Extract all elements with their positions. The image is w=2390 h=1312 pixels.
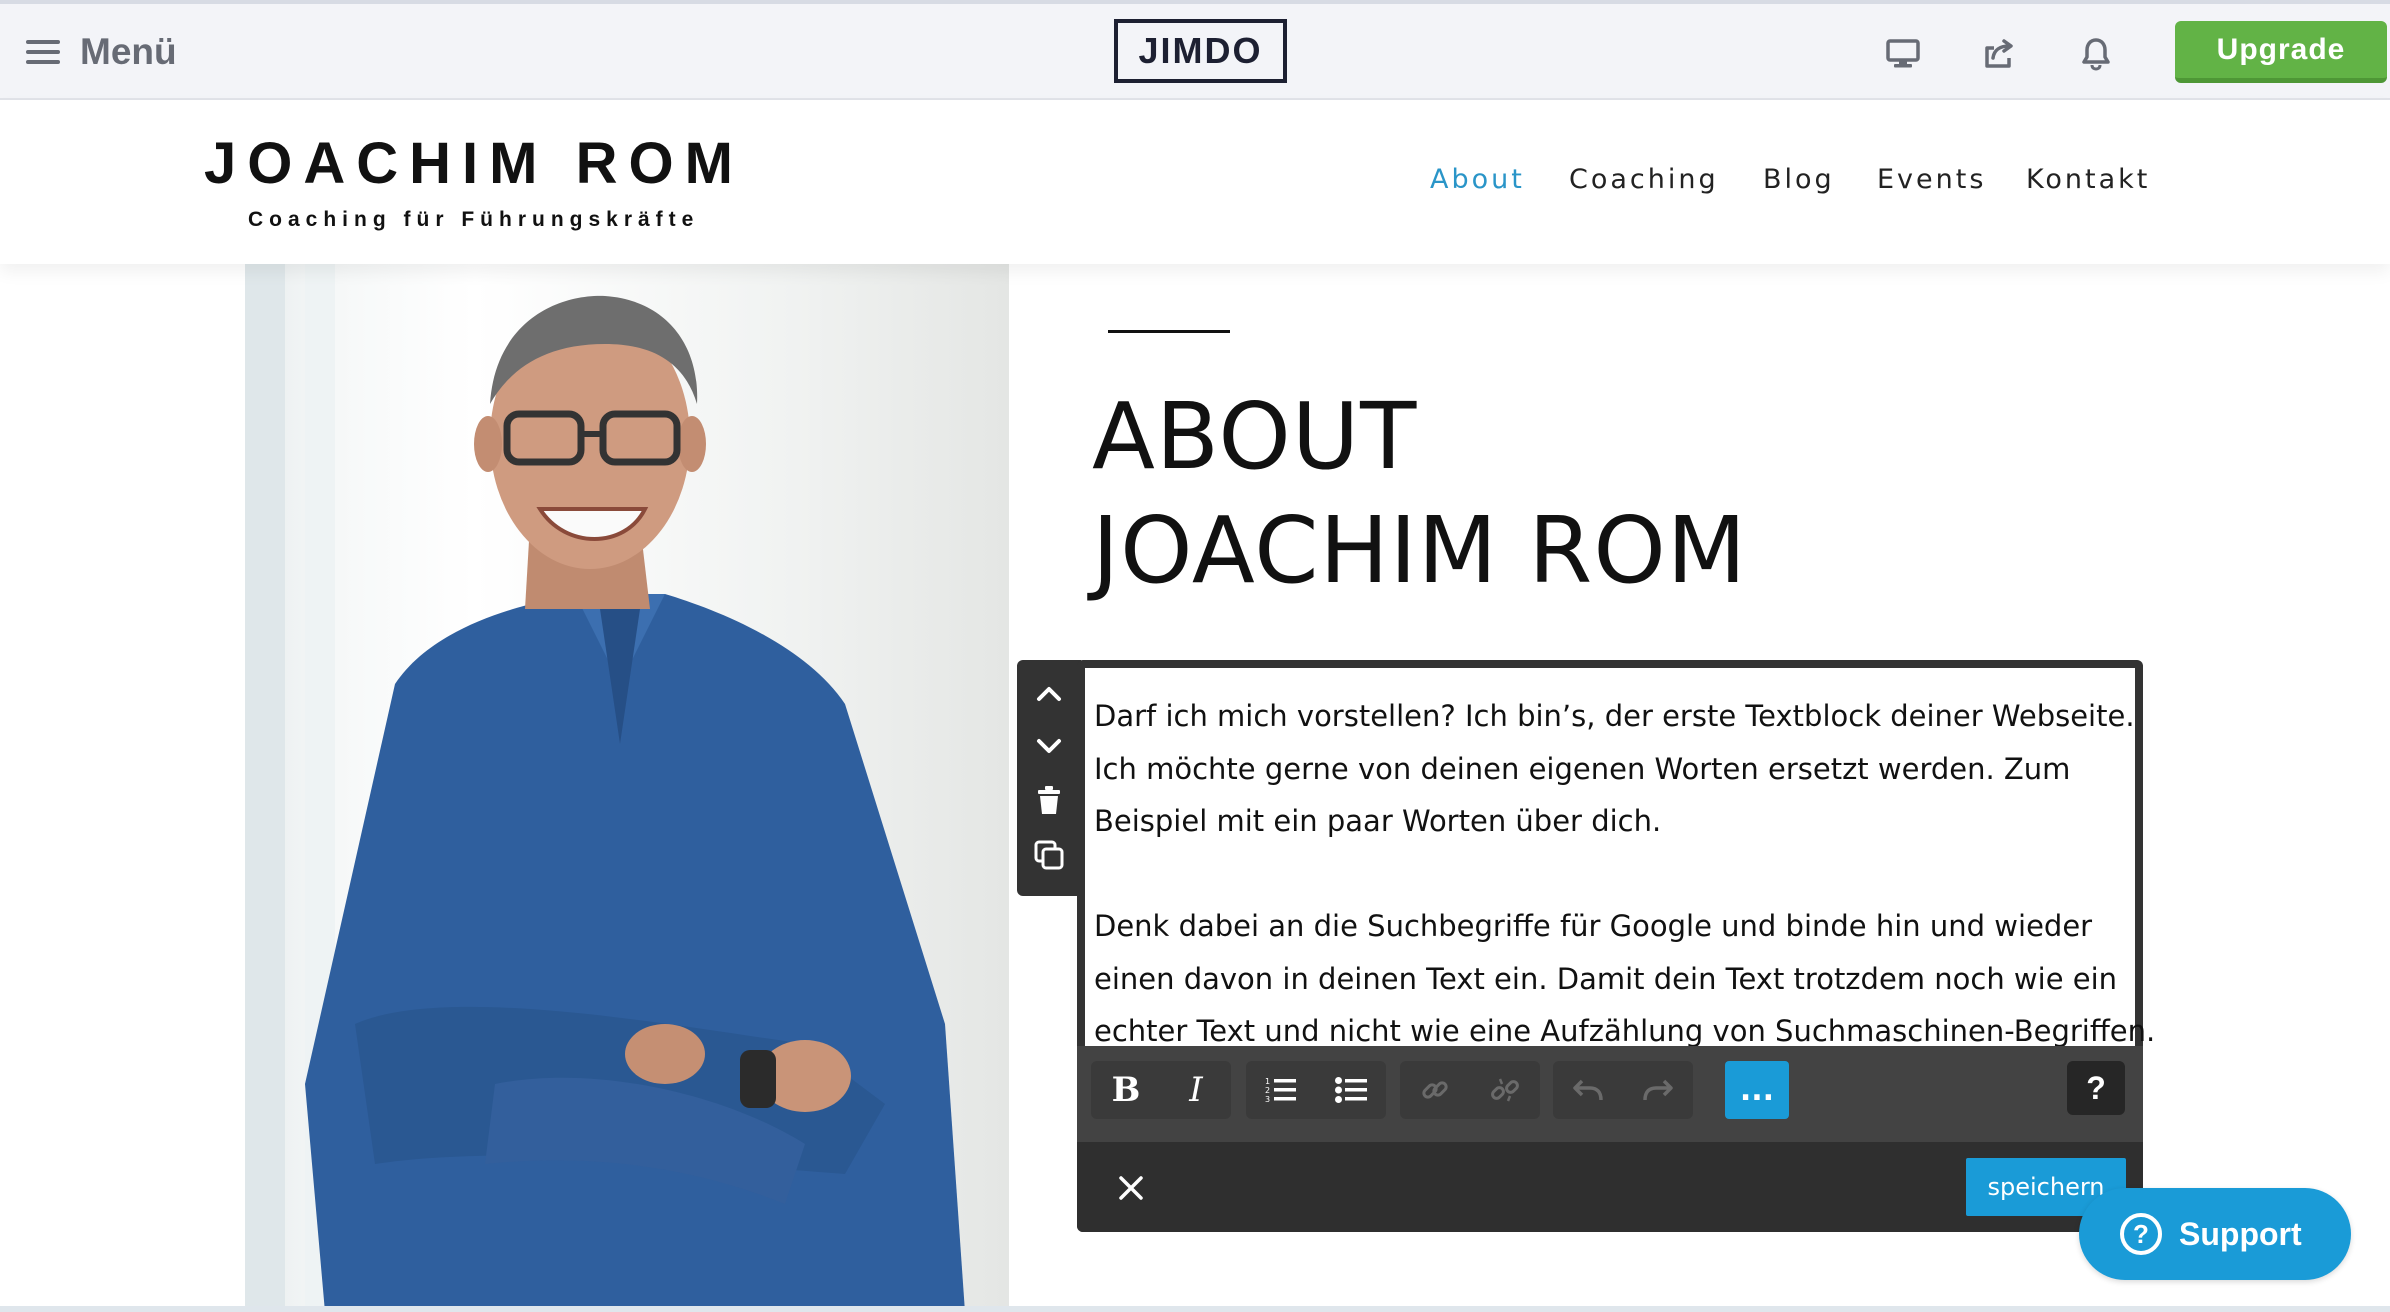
text-line: einen davon in deinen Text ein. Damit de… [1094, 961, 2118, 996]
undo-button[interactable] [1553, 1061, 1623, 1119]
italic-icon: I [1189, 1070, 1203, 1110]
menu-button[interactable]: Menü [26, 30, 177, 74]
nav-item-coaching[interactable]: Coaching [1569, 164, 1719, 195]
portrait-illustration [245, 264, 965, 1312]
svg-text:1: 1 [1265, 1077, 1270, 1086]
bold-icon: B [1111, 1070, 1141, 1110]
text-line: Darf ich mich vorstellen? Ich bin’s, der… [1094, 699, 2135, 733]
text-line: Ich möchte gerne von deinen eigenen Wort… [1094, 751, 2071, 786]
site-header: JOACHIM ROM Coaching für Führungskräfte … [0, 100, 2390, 264]
cancel-edit-button[interactable] [1111, 1168, 1151, 1208]
desktop-preview-icon [1886, 39, 1920, 68]
text-line: Denk dabei an die Suchbegriffe für Googl… [1094, 909, 2093, 943]
unlink-icon [1491, 1078, 1519, 1102]
move-down-button[interactable] [1025, 720, 1073, 774]
formatting-toolbar: B I 1 2 3 ... ? [1077, 1046, 2143, 1142]
undo-icon [1573, 1079, 1603, 1101]
help-button[interactable]: ? [2067, 1061, 2125, 1115]
link-group [1400, 1061, 1540, 1119]
svg-text:2: 2 [1265, 1086, 1270, 1095]
text-block-editor: Darf ich mich vorstellen? Ich bin’s, der… [1077, 660, 2155, 1232]
bell-icon [2082, 38, 2110, 71]
block-side-toolbar [1017, 660, 1081, 896]
page-title-line-2: JOACHIM ROM [1092, 497, 1748, 604]
menu-label: Menü [80, 31, 177, 72]
chevron-down-icon [1037, 739, 1061, 753]
ordered-list-icon: 1 2 3 [1265, 1077, 1296, 1104]
insert-link-button[interactable] [1400, 1061, 1470, 1119]
page-title[interactable]: ABOUT JOACHIM ROM [1092, 380, 1747, 608]
svg-text:?: ? [2133, 1219, 2149, 1249]
move-up-button[interactable] [1025, 666, 1073, 720]
bullet-list-icon [1335, 1077, 1367, 1103]
jimdo-logo[interactable]: JIMDO [1114, 19, 1287, 83]
support-button[interactable]: ? Support [2079, 1188, 2351, 1280]
text-editor-area[interactable]: Darf ich mich vorstellen? Ich bin’s, der… [1085, 668, 2155, 1048]
editor-footer: speichern [1077, 1142, 2143, 1232]
duplicate-block-button[interactable] [1025, 828, 1073, 882]
jimdo-topbar: Menü JIMDO Upgrade [0, 0, 2390, 100]
portrait-image[interactable] [245, 264, 1009, 1312]
copy-icon [1034, 840, 1064, 870]
more-options-button[interactable]: ... [1725, 1061, 1789, 1119]
nav-item-events[interactable]: Events [1877, 164, 1986, 195]
help-circle-icon: ? [2120, 1213, 2162, 1255]
trash-icon [1038, 786, 1060, 814]
site-name[interactable]: JOACHIM ROM [204, 130, 744, 197]
menu-icon [26, 40, 60, 64]
link-icon [1422, 1081, 1448, 1099]
bullet-list-button[interactable] [1316, 1061, 1386, 1119]
page-title-line-1: ABOUT [1092, 383, 1418, 490]
heading-divider [1108, 330, 1230, 333]
nav-item-about[interactable]: About [1430, 164, 1525, 195]
text-style-group: B I [1091, 1061, 1231, 1119]
bottom-strip [0, 1306, 2390, 1312]
upgrade-button[interactable]: Upgrade [2175, 21, 2387, 83]
share-button[interactable] [1980, 34, 2020, 74]
bold-button[interactable]: B [1091, 1061, 1161, 1119]
notifications-button[interactable] [2076, 34, 2116, 74]
site-tagline[interactable]: Coaching für Führungskräfte [248, 208, 699, 232]
support-label: Support [2179, 1215, 2302, 1252]
list-group: 1 2 3 [1246, 1061, 1386, 1119]
nav-item-blog[interactable]: Blog [1763, 164, 1835, 195]
italic-button[interactable]: I [1161, 1061, 1231, 1119]
remove-link-button[interactable] [1470, 1061, 1540, 1119]
nav-item-kontakt[interactable]: Kontakt [2026, 164, 2150, 195]
redo-icon [1643, 1079, 1673, 1101]
history-group [1553, 1061, 1693, 1119]
text-line: Beispiel mit ein paar Worten über dich. [1094, 804, 1662, 838]
share-icon [1985, 39, 2013, 68]
close-icon [1119, 1176, 1143, 1200]
chevron-up-icon [1037, 687, 1061, 701]
ordered-list-button[interactable]: 1 2 3 [1246, 1061, 1316, 1119]
desktop-preview-button[interactable] [1883, 34, 1923, 74]
redo-button[interactable] [1623, 1061, 1693, 1119]
svg-text:3: 3 [1265, 1095, 1270, 1104]
delete-block-button[interactable] [1025, 774, 1073, 828]
